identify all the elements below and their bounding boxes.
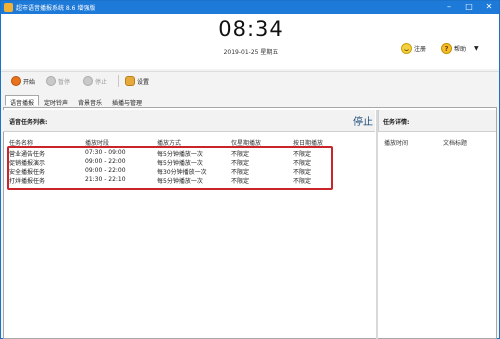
stop-button[interactable]: 停止	[83, 76, 107, 86]
tab-bar: 语音播报 定时铃声 背景音乐 插播与管理	[5, 95, 147, 107]
stop-label: 停止	[95, 78, 108, 86]
smiley-icon	[401, 43, 412, 54]
tab-voice-broadcast[interactable]: 语音播报	[5, 95, 40, 107]
settings-label: 设置	[137, 78, 150, 86]
settings-button[interactable]: 设置	[125, 76, 149, 86]
tab-timed-bell[interactable]: 定时铃声	[39, 95, 73, 107]
settings-icon	[125, 76, 135, 86]
toolbar-divider	[118, 75, 119, 87]
task-detail-header: 任务详情:	[378, 110, 496, 132]
help-icon: ?	[441, 43, 452, 54]
chevron-down-icon: ▼	[474, 45, 479, 52]
column-header-doc-title[interactable]: 文档标题	[443, 138, 467, 147]
column-header-play-time[interactable]: 播放时间	[384, 138, 408, 147]
window-title: 超市语音播报系统 8.6 增强版	[16, 5, 96, 12]
task-list-title: 语音任务列表:	[9, 119, 48, 126]
panel-splitter[interactable]	[376, 110, 378, 339]
play-icon	[11, 76, 21, 86]
clock-display: 08:34	[218, 17, 284, 41]
app-icon	[4, 3, 13, 12]
pause-button[interactable]: 暂停	[46, 76, 70, 86]
help-label: 帮助	[454, 46, 467, 53]
toolbar: 开始 暂停 停止 设置	[1, 71, 499, 89]
stop-icon	[83, 76, 93, 86]
tab-insert-management[interactable]: 插播与管理	[107, 95, 147, 107]
weekday-text: 星期五	[260, 49, 279, 56]
task-detail-title: 任务详情:	[383, 119, 410, 126]
app-window: 超市语音播报系统 8.6 增强版 – □ ✕ 08:34 2019-01-25 …	[0, 0, 500, 339]
task-list-header: 语音任务列表: 停止	[3, 110, 375, 132]
register-button[interactable]: 注册	[401, 43, 426, 54]
help-button[interactable]: ? 帮助 ▼	[441, 43, 479, 54]
start-label: 开始	[23, 78, 36, 86]
tab-background-music[interactable]: 背景音乐	[73, 95, 107, 107]
close-icon[interactable]: ✕	[479, 1, 499, 14]
pause-icon	[46, 76, 56, 86]
register-label: 注册	[414, 46, 427, 53]
minimize-icon[interactable]: –	[439, 1, 459, 14]
maximize-icon[interactable]: □	[459, 1, 479, 14]
pause-label: 暂停	[58, 78, 71, 86]
status-text: 停止	[353, 117, 373, 128]
title-bar: 超市语音播报系统 8.6 增强版 – □ ✕	[1, 1, 499, 14]
start-button[interactable]: 开始	[11, 76, 35, 86]
highlight-box	[7, 146, 333, 190]
date-text: 2019-01-25	[223, 49, 259, 56]
